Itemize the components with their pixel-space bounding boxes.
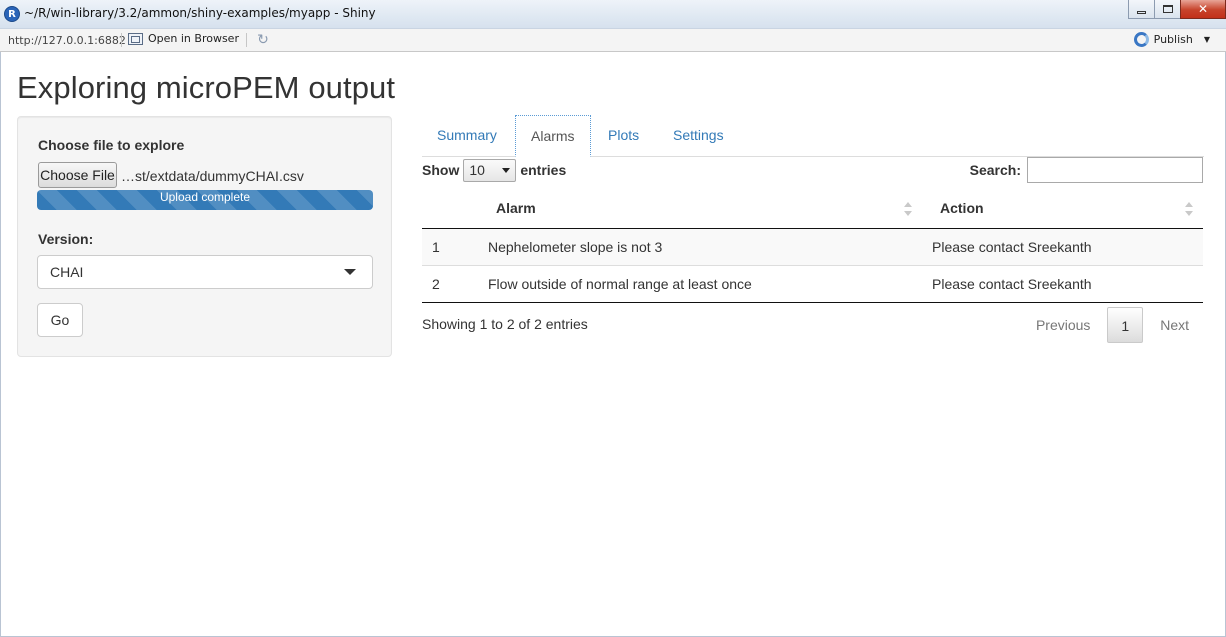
toolbar-divider (121, 33, 122, 47)
version-label: Version: (38, 231, 94, 247)
search-input[interactable] (1027, 157, 1203, 183)
table-info: Showing 1 to 2 of 2 entries (422, 316, 588, 332)
toolbar-divider (246, 33, 247, 47)
column-header-label: Action (940, 200, 984, 217)
refresh-icon[interactable]: ↻ (255, 32, 271, 48)
url-label: http://127.0.0.1:6882 (8, 34, 126, 47)
column-header-index[interactable] (422, 189, 478, 229)
version-select[interactable]: CHAI (37, 255, 373, 289)
table-row[interactable]: 2 Flow outside of normal range at least … (422, 264, 1203, 303)
open-in-browser-label: Open in Browser (148, 32, 239, 45)
r-logo-icon: R (4, 6, 20, 22)
file-name-display: …st/extdata/dummyCHAI.csv (121, 168, 304, 184)
window-title: ~/R/win-library/3.2/ammon/shiny-examples… (24, 6, 376, 20)
table-header-row: Alarm Action (422, 189, 1203, 229)
sort-icon (904, 202, 912, 216)
table-search: Search: (970, 157, 1203, 183)
search-label: Search: (969, 162, 1021, 178)
alarms-table: Alarm Action 1 Nephelometer slope is not… (422, 189, 1203, 303)
go-button[interactable]: Go (37, 303, 83, 337)
tab-plots[interactable]: Plots (593, 115, 654, 157)
row-index-cell: 1 (422, 228, 478, 265)
row-index-cell: 2 (422, 264, 478, 303)
publish-label: Publish (1153, 33, 1193, 46)
action-cell: Please contact Sreekanth (922, 264, 1203, 303)
next-page-button[interactable]: Next (1146, 307, 1203, 343)
entries-length-select[interactable]: 10 (463, 158, 517, 182)
publish-button[interactable]: Publish ▼ (1133, 32, 1210, 47)
entries-label: entries (520, 162, 567, 178)
close-icon: ✕ (1197, 2, 1209, 16)
show-label: Show (422, 162, 460, 178)
entries-length-value: 10 (469, 162, 485, 178)
column-header-alarm[interactable]: Alarm (478, 189, 922, 229)
maximize-button[interactable] (1154, 0, 1181, 19)
choose-file-button[interactable]: Choose File (38, 162, 117, 188)
alarm-cell: Flow outside of normal range at least on… (478, 264, 922, 303)
tab-settings[interactable]: Settings (658, 115, 739, 157)
viewer-toolbar: http://127.0.0.1:6882 Open in Browser ↻ … (0, 29, 1226, 52)
upload-progress-bar: Upload complete (37, 190, 373, 210)
column-header-label: Alarm (496, 200, 536, 217)
version-selected-value: CHAI (50, 264, 84, 280)
chevron-down-icon (344, 269, 356, 275)
tab-summary[interactable]: Summary (422, 115, 512, 157)
close-button[interactable]: ✕ (1180, 0, 1226, 19)
file-input-label: Choose file to explore (38, 137, 185, 153)
sort-icon (1185, 202, 1193, 216)
column-header-action[interactable]: Action (922, 189, 1203, 229)
sidebar-panel: Choose file to explore Choose File …st/e… (17, 116, 392, 357)
tab-alarms[interactable]: Alarms (515, 115, 591, 157)
upload-status: Upload complete (159, 190, 251, 204)
maximize-icon (1162, 5, 1173, 13)
window-controls: ✕ (1128, 0, 1226, 20)
page-button-current[interactable]: 1 (1107, 307, 1144, 343)
publish-icon (1133, 32, 1149, 47)
open-browser-icon (128, 32, 143, 45)
alarm-cell: Nephelometer slope is not 3 (478, 228, 922, 265)
window-titlebar: R ~/R/win-library/3.2/ammon/shiny-exampl… (0, 0, 1226, 29)
entries-length-control: Show 10 entries (422, 157, 566, 183)
minimize-icon (1137, 10, 1146, 14)
open-in-browser-button[interactable]: Open in Browser (128, 32, 239, 45)
action-cell: Please contact Sreekanth (922, 228, 1203, 265)
table-row[interactable]: 1 Nephelometer slope is not 3 Please con… (422, 228, 1203, 265)
chevron-down-icon (502, 167, 511, 173)
tab-bar: Summary Alarms Plots Settings (422, 115, 1204, 157)
page-title: Exploring microPEM output (17, 70, 396, 105)
pagination: Previous 1 Next (1022, 307, 1203, 343)
chevron-down-icon: ▼ (1203, 35, 1210, 44)
previous-page-button[interactable]: Previous (1022, 307, 1104, 343)
minimize-button[interactable] (1128, 0, 1155, 19)
